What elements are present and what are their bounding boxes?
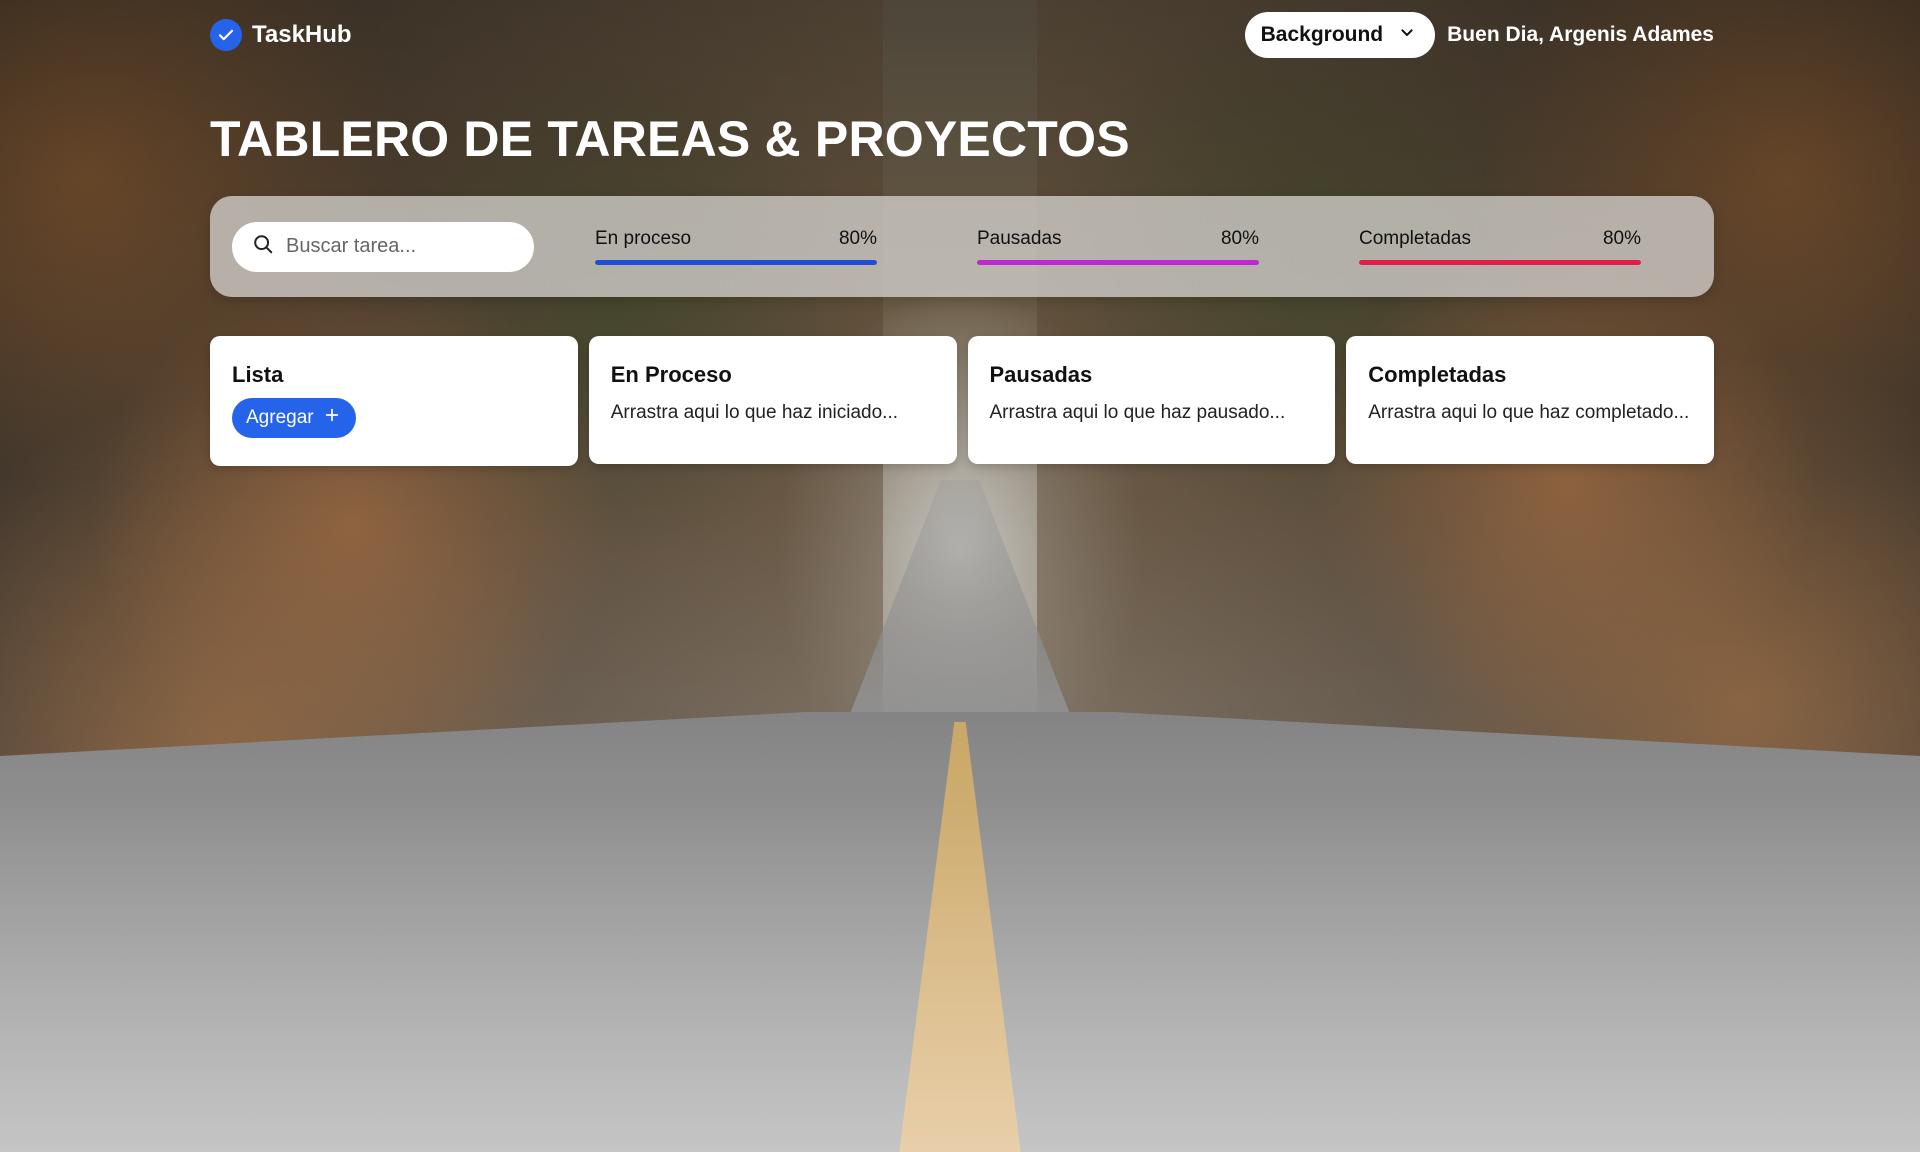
column-title: Completadas <box>1368 362 1507 387</box>
progress-track <box>977 260 1259 265</box>
progress-fill <box>977 260 1259 265</box>
stat-en-proceso: En proceso 80% <box>595 228 877 265</box>
background-dropdown[interactable]: Background <box>1244 12 1436 58</box>
add-task-button[interactable]: Agregar <box>232 398 356 438</box>
column-drop-hint: Arrastra aqui lo que haz completado... <box>1368 402 1690 423</box>
progress-fill <box>595 260 877 265</box>
chevron-down-icon <box>1399 23 1415 47</box>
board-columns: Lista Agregar En Proceso Arrastra aqui l… <box>210 336 1714 466</box>
add-task-label: Agregar <box>246 407 314 428</box>
user-greeting: Buen Dia, Argenis Adames <box>1447 23 1714 46</box>
column-title: En Proceso <box>610 362 732 387</box>
search-input[interactable] <box>286 235 506 258</box>
stat-label: En proceso <box>595 228 692 249</box>
column-en-proceso[interactable]: En Proceso Arrastra aqui lo que haz inic… <box>588 336 957 464</box>
brand[interactable]: TaskHub <box>210 19 352 51</box>
column-drop-hint: Arrastra aqui lo que haz iniciado... <box>610 402 899 423</box>
column-drop-hint: Arrastra aqui lo que haz pausado... <box>989 402 1286 423</box>
app: TaskHub Background Buen Dia, Argenis Ada… <box>0 0 1920 1152</box>
stat-percent: 80% <box>1602 228 1641 249</box>
column-completadas[interactable]: Completadas Arrastra aqui lo que haz com… <box>1346 336 1714 464</box>
column-title: Lista <box>232 362 284 387</box>
background-dropdown-label: Background <box>1260 23 1384 46</box>
brand-name: TaskHub <box>252 21 352 48</box>
stat-percent: 80% <box>1220 228 1259 249</box>
progress-track <box>595 260 877 265</box>
column-title: Pausadas <box>989 362 1093 387</box>
stat-percent: 80% <box>838 228 877 249</box>
search-icon <box>252 233 274 260</box>
search-box[interactable] <box>232 221 534 272</box>
header: TaskHub Background Buen Dia, Argenis Ada… <box>210 12 1714 58</box>
progress-fill <box>1359 260 1641 265</box>
header-right: Background Buen Dia, Argenis Adames <box>1244 12 1714 58</box>
stat-label: Completadas <box>1359 228 1471 249</box>
column-lista[interactable]: Lista Agregar <box>210 336 578 466</box>
stat-pausadas: Pausadas 80% <box>977 228 1259 265</box>
column-pausadas[interactable]: Pausadas Arrastra aqui lo que haz pausad… <box>967 336 1336 464</box>
page-title: TABLERO DE TAREAS & PROYECTOS <box>210 111 1130 167</box>
stats-bar: En proceso 80% Pausadas 80% Completadas … <box>210 196 1714 297</box>
plus-icon <box>324 407 340 429</box>
stat-label: Pausadas <box>977 228 1062 249</box>
stat-completadas: Completadas 80% <box>1359 228 1641 265</box>
progress-track <box>1359 260 1641 265</box>
check-circle-icon <box>210 19 242 51</box>
